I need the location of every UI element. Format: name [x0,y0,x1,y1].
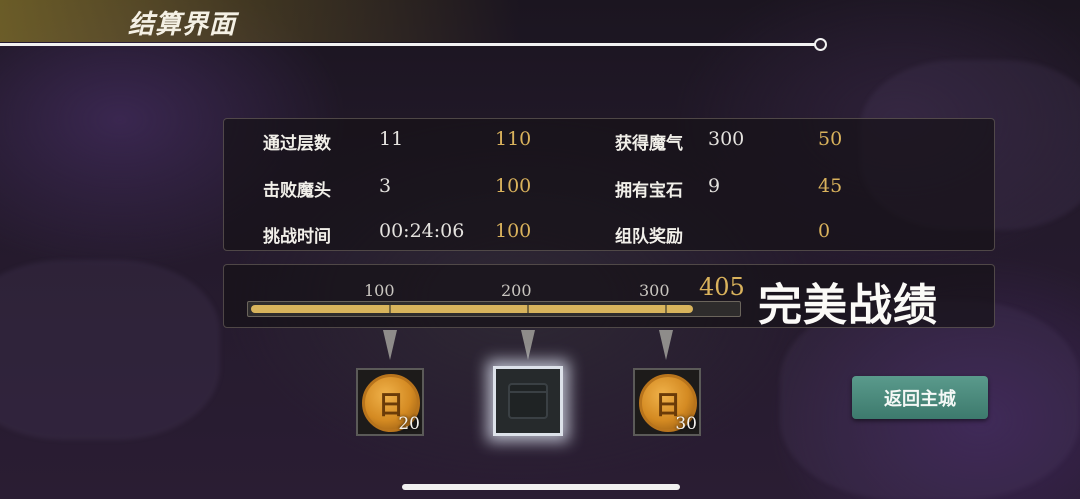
return-to-city-button[interactable]: 返回主城 [852,376,988,419]
progress-tick-100: 100 [364,281,395,300]
stat-value-demon-energy: 300 [708,128,745,150]
reward-slot-3[interactable]: 日 30 [633,368,701,436]
stat-label-gems: 拥有宝石 [615,181,683,201]
title-banner [0,0,520,42]
page-title: 结算界面 [128,10,237,40]
progress-segment-divider [665,305,667,313]
stat-score-floors: 110 [495,128,532,150]
title-bar: 结算界面 [0,0,830,52]
stat-value-time: 00:24:06 [379,220,465,242]
stats-panel: 通过层数 11 110 击败魔头 3 100 挑战时间 00:24:06 100… [223,118,995,251]
reward-pointer-arrow [383,330,397,360]
rating-text: 完美战绩 [758,280,938,331]
stat-score-time: 100 [495,220,532,242]
background-rock [0,260,220,440]
progress-tick-200: 200 [501,281,532,300]
progress-segment-divider [389,305,391,313]
reward-pointer-arrow [659,330,673,360]
stat-value-bosses: 3 [379,175,392,197]
stat-label-bosses: 击败魔头 [263,181,331,201]
reward-slot-1[interactable]: 日 20 [356,368,424,436]
reward-pointer-arrow [521,330,535,360]
stat-value-gems: 9 [708,175,721,197]
home-indicator[interactable] [402,484,680,490]
score-progress-bar [247,301,741,317]
score-progress-panel: 100 200 300 405 完美战绩 [223,264,995,331]
reward-count: 20 [398,414,420,434]
stat-label-floors: 通过层数 [263,134,331,154]
stat-score-team-bonus: 0 [818,220,831,242]
title-line-end-dot [814,38,827,51]
treasure-chest-lid [508,383,548,393]
stat-score-gems: 45 [818,175,843,197]
progress-segment-divider [527,305,529,313]
stat-value-floors: 11 [379,128,404,150]
stat-label-team-bonus: 组队奖励 [615,227,683,247]
stat-score-bosses: 100 [495,175,532,197]
title-underline [0,43,816,46]
score-progress-fill [251,305,693,313]
stat-score-demon-energy: 50 [818,128,843,150]
progress-tick-300: 300 [639,281,670,300]
stat-label-demon-energy: 获得魔气 [615,134,683,154]
stat-label-time: 挑战时间 [263,227,331,247]
total-score: 405 [699,273,745,301]
reward-count: 30 [675,414,697,434]
reward-slot-2[interactable] [493,366,563,436]
